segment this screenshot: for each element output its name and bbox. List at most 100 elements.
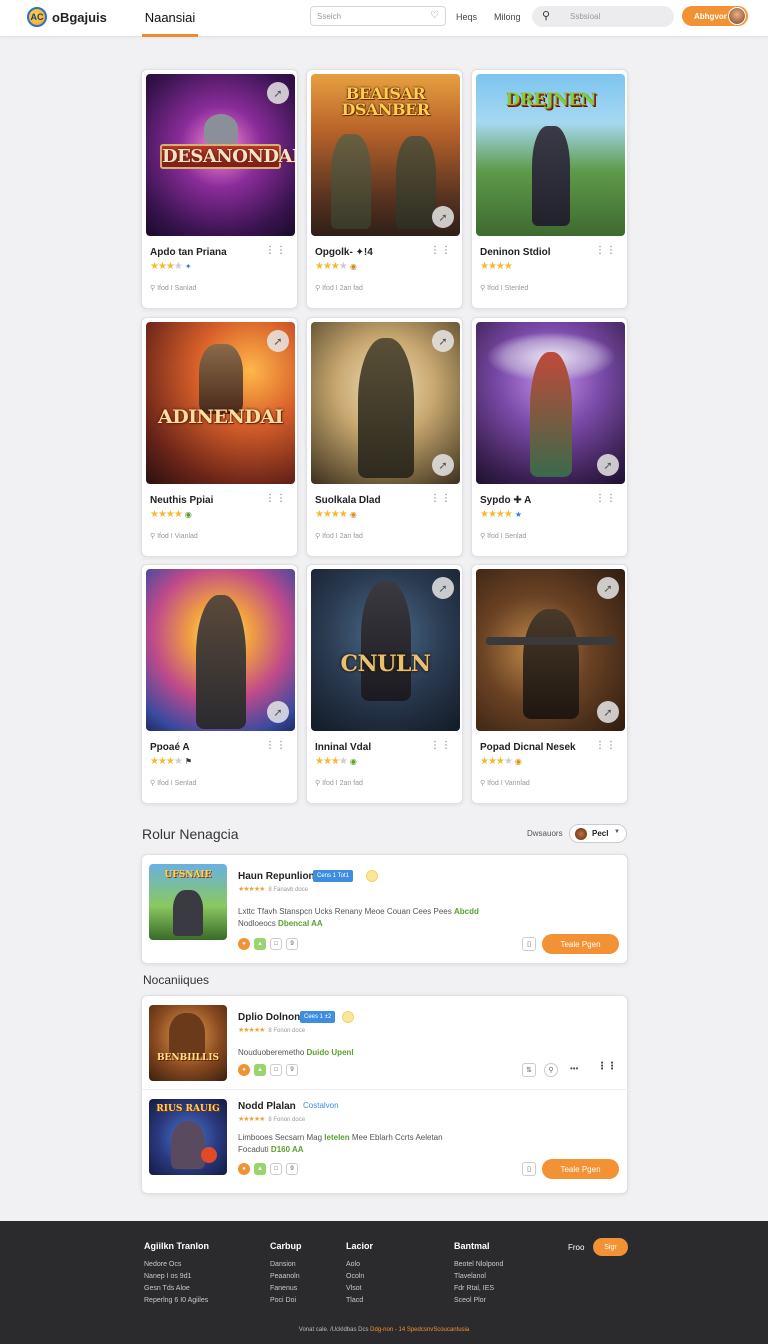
pin-icon[interactable]: ➚: [267, 330, 289, 352]
pin-icon[interactable]: ➚: [432, 454, 454, 476]
heart-icon[interactable]: ♡: [430, 10, 439, 21]
thumb-title: RIUS RAUIG: [156, 1104, 220, 1114]
grid-icon[interactable]: ⋮⋮: [597, 1061, 617, 1072]
gift-icon[interactable]: □: [270, 1064, 282, 1076]
footer-link[interactable]: Tlacd: [346, 1296, 373, 1305]
footer-link[interactable]: Vlsot: [346, 1284, 373, 1293]
footer-signup-button[interactable]: Sigr: [593, 1238, 628, 1256]
game-card[interactable]: ➚ ➚ Popad Dicnal Nesek ⋮⋮ ★★★★ ◉ ⚲ Ifod I…: [471, 564, 628, 804]
gift-icon[interactable]: □: [270, 938, 282, 950]
figure-shape: [171, 1121, 205, 1169]
game-name[interactable]: Suolkala Dlad: [315, 495, 381, 506]
pin-icon[interactable]: ➚: [432, 206, 454, 228]
footer-link[interactable]: Reperlng 6 I0 Agiiles: [144, 1296, 209, 1305]
game-card[interactable]: DESANONDAN ➚ Apdo tan Priana ⋮⋮ ★★★★ ✦ ⚲ …: [141, 69, 298, 309]
pin-icon[interactable]: ➚: [267, 701, 289, 723]
cta-button[interactable]: Teale Pgen: [542, 934, 619, 954]
game-card[interactable]: CNULN ➚ Inninal Vdal ⋮⋮ ★★★★ ◉ ⚲ Ifod I 2…: [306, 564, 463, 804]
sort-dropdown[interactable]: Pecl ▼: [569, 824, 627, 843]
footer-link[interactable]: Fdr Rtal, IES: [454, 1284, 503, 1293]
item-thumbnail[interactable]: RIUS RAUIG: [149, 1099, 227, 1175]
list-item[interactable]: BENBIILLIS Dplio Dolnon Cees 1 ±2 ★★★★★ 8…: [142, 996, 629, 1089]
game-name[interactable]: Inninal Vdal: [315, 742, 371, 753]
more-icon[interactable]: ⋮⋮: [265, 493, 287, 504]
account-button[interactable]: Abhgvor: [682, 6, 748, 26]
game-name[interactable]: Deninon Stdiol: [480, 247, 551, 258]
game-name[interactable]: Sypdo ✚ A: [480, 495, 531, 506]
footer-link[interactable]: Dansion: [270, 1260, 302, 1269]
game-name[interactable]: Opgolk- ✦!4: [315, 247, 373, 258]
more-icon[interactable]: ⋮⋮: [595, 740, 617, 751]
pin-icon[interactable]: ➚: [597, 454, 619, 476]
cta-button[interactable]: Teale Pgen: [542, 1159, 619, 1179]
game-card[interactable]: ➚ Ppoaé A ⋮⋮ ★★★★ ⚑ ⚲ Ifod I Senlad: [141, 564, 298, 804]
warrior-shape: [531, 126, 570, 226]
item-title[interactable]: Haun Repunlion: [238, 871, 315, 882]
search-icon[interactable]: ⚲: [544, 1063, 558, 1077]
logo[interactable]: AC oBgajuis: [27, 7, 107, 27]
footer-link[interactable]: Gesn Tds Aloe: [144, 1284, 209, 1293]
top-header: AC oBgajuis Naansiai Sseich ♡ Heqs Milon…: [0, 0, 768, 37]
coin-icon: ●: [238, 1163, 250, 1175]
more-icon[interactable]: ⋮⋮: [430, 245, 452, 256]
explosion-shape: [201, 1147, 217, 1163]
footer-link[interactable]: Tlavelanol: [454, 1272, 503, 1281]
item-title[interactable]: Dplio Dolnon: [238, 1012, 300, 1023]
footer-link[interactable]: Nedore Ocs: [144, 1260, 209, 1269]
section-title: Nocaniiques: [143, 973, 210, 987]
more-icon[interactable]: •••: [570, 1064, 578, 1073]
pin-icon[interactable]: ➚: [432, 577, 454, 599]
sort-value: Pecl: [592, 829, 609, 838]
pin-icon[interactable]: ➚: [597, 701, 619, 723]
footer-link[interactable]: Beotel Nlolpond: [454, 1260, 503, 1269]
gift-icon[interactable]: □: [270, 1163, 282, 1175]
header-link-2[interactable]: Milong: [494, 12, 521, 22]
more-icon[interactable]: ⋮⋮: [265, 740, 287, 751]
more-icon[interactable]: ⋮⋮: [430, 493, 452, 504]
more-icon[interactable]: ⋮⋮: [595, 493, 617, 504]
pin-icon[interactable]: ➚: [432, 330, 454, 352]
game-card[interactable]: DREJNEN Deninon Stdiol ⋮⋮ ★★★★ ⚲ Ifod I …: [471, 69, 628, 309]
game-name[interactable]: Neuthis Ppiai: [150, 495, 213, 506]
copyright-link[interactable]: Ddg-non - 14 SpedcsnvScoucantusia: [370, 1327, 469, 1333]
footer-link[interactable]: Sceol Plor: [454, 1296, 503, 1305]
footer-link[interactable]: Fanenus: [270, 1284, 302, 1293]
item-thumbnail[interactable]: BENBIILLIS: [149, 1005, 227, 1081]
footer-link[interactable]: Aolo: [346, 1260, 373, 1269]
game-art: ➚: [146, 569, 295, 731]
nav-tab-active[interactable]: Naansiai: [142, 0, 198, 37]
game-card[interactable]: ➚ Sypdo ✚ A ⋮⋮ ★★★★ ★ ⚲ Ifod I Senlad: [471, 317, 628, 557]
game-name[interactable]: Apdo tan Priana: [150, 247, 227, 258]
footer-link[interactable]: Poci Doi: [270, 1296, 302, 1305]
thumb-title: BENBIILLIS: [156, 1053, 220, 1063]
item-title[interactable]: Nodd Plalan: [238, 1101, 296, 1112]
game-name[interactable]: Popad Dicnal Nesek: [480, 742, 576, 753]
game-name[interactable]: Ppoaé A: [150, 742, 190, 753]
filter-icon[interactable]: ⇅: [522, 1063, 536, 1077]
header-link-1[interactable]: Heqs: [456, 12, 477, 22]
list-item[interactable]: RIUS RAUIG Nodd Plalan Costalvon ★★★★★ 8 …: [142, 1090, 629, 1195]
item-badge: Cens 1 Tot1: [313, 870, 353, 882]
rating-stars: ★★★★ ★: [480, 509, 523, 520]
bookmark-icon[interactable]: ▯: [522, 937, 536, 951]
pin-icon[interactable]: ➚: [267, 82, 289, 104]
more-icon[interactable]: ⋮⋮: [265, 245, 287, 256]
more-icon[interactable]: ⋮⋮: [595, 245, 617, 256]
rating-stars: ★★★★ ◉: [315, 509, 357, 520]
item-badge: Cees 1 ±2: [300, 1011, 336, 1023]
bookmark-icon[interactable]: ▯: [522, 1162, 536, 1176]
secondary-search[interactable]: ⚲ Ssbsioal: [532, 6, 674, 27]
game-card[interactable]: ADINENDAI ➚ Neuthis Ppiai ⋮⋮ ★★★★ ◉ ⚲ Ifo…: [141, 317, 298, 557]
footer-link[interactable]: Ocoln: [346, 1272, 373, 1281]
game-card[interactable]: ➚ ➚ Suolkala Dlad ⋮⋮ ★★★★ ◉ ⚲ Ifod I 2an …: [306, 317, 463, 557]
more-icon[interactable]: ⋮⋮: [430, 740, 452, 751]
game-card[interactable]: BEAISAR DSANBER ➚ Opgolk- ✦!4 ⋮⋮ ★★★★ ◉ ⚲…: [306, 69, 463, 309]
item-thumbnail[interactable]: UFSNAIE: [149, 864, 227, 940]
footer-link[interactable]: Peaanoln: [270, 1272, 302, 1281]
footer-link[interactable]: Nanep I os 9d1: [144, 1272, 209, 1281]
footer: Agiilkn Tranlon Nedore Ocs Nanep I os 9d…: [0, 1221, 768, 1344]
list-item[interactable]: UFSNAIE Haun Repunlion Cens 1 Tot1 ★★★★★…: [142, 855, 629, 965]
pin-icon[interactable]: ➚: [597, 577, 619, 599]
search-input[interactable]: Sseich ♡: [310, 6, 446, 26]
count-chip: 9: [286, 938, 298, 950]
